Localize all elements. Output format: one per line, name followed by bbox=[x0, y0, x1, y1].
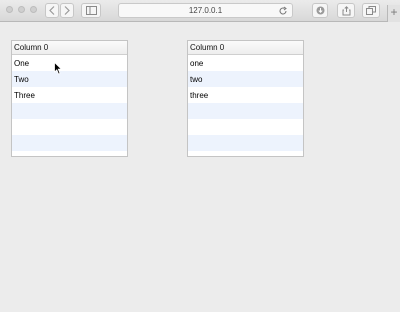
table-left[interactable]: Column 0 One Two Three bbox=[11, 40, 128, 157]
mouse-pointer-icon bbox=[54, 62, 63, 75]
share-icon bbox=[342, 5, 350, 15]
sidebar-icon bbox=[85, 6, 97, 15]
table-row[interactable]: three bbox=[188, 87, 303, 103]
browser-window: 127.0.0.1 + Column 0 One Two Three Colum… bbox=[0, 0, 400, 312]
table-row[interactable] bbox=[12, 135, 127, 151]
close-window-button[interactable] bbox=[6, 6, 13, 13]
address-text: 127.0.0.1 bbox=[188, 6, 223, 15]
sidebar-button[interactable] bbox=[81, 3, 101, 18]
table-row[interactable]: One bbox=[12, 55, 127, 71]
tabs-icon bbox=[366, 6, 376, 15]
table-row[interactable] bbox=[12, 103, 127, 119]
chevron-left-icon bbox=[49, 6, 55, 15]
table-row[interactable]: Two bbox=[12, 71, 127, 87]
share-button[interactable] bbox=[337, 3, 355, 18]
table-row[interactable]: one bbox=[188, 55, 303, 71]
table-row[interactable]: two bbox=[188, 71, 303, 87]
table-row[interactable]: Three bbox=[12, 87, 127, 103]
reload-icon[interactable] bbox=[278, 6, 288, 16]
table-right[interactable]: Column 0 one two three bbox=[187, 40, 304, 157]
column-header[interactable]: Column 0 bbox=[12, 41, 127, 55]
new-tab-button[interactable]: + bbox=[387, 5, 400, 22]
browser-toolbar: 127.0.0.1 + bbox=[0, 0, 400, 22]
table-row[interactable] bbox=[188, 135, 303, 151]
back-button[interactable] bbox=[45, 3, 59, 18]
downloads-button[interactable] bbox=[312, 3, 328, 18]
minimize-window-button[interactable] bbox=[18, 6, 25, 13]
table-row[interactable] bbox=[188, 103, 303, 119]
download-icon bbox=[316, 6, 324, 15]
page-content: Column 0 One Two Three Column 0 one two … bbox=[0, 23, 400, 312]
tabs-overview-button[interactable] bbox=[362, 3, 380, 18]
table-row[interactable] bbox=[188, 119, 303, 135]
table-row[interactable] bbox=[12, 119, 127, 135]
zoom-window-button[interactable] bbox=[30, 6, 37, 13]
column-header[interactable]: Column 0 bbox=[188, 41, 303, 55]
address-bar[interactable]: 127.0.0.1 bbox=[118, 3, 293, 18]
chevron-right-icon bbox=[64, 6, 70, 15]
forward-button[interactable] bbox=[60, 3, 74, 18]
plus-icon: + bbox=[390, 5, 398, 19]
